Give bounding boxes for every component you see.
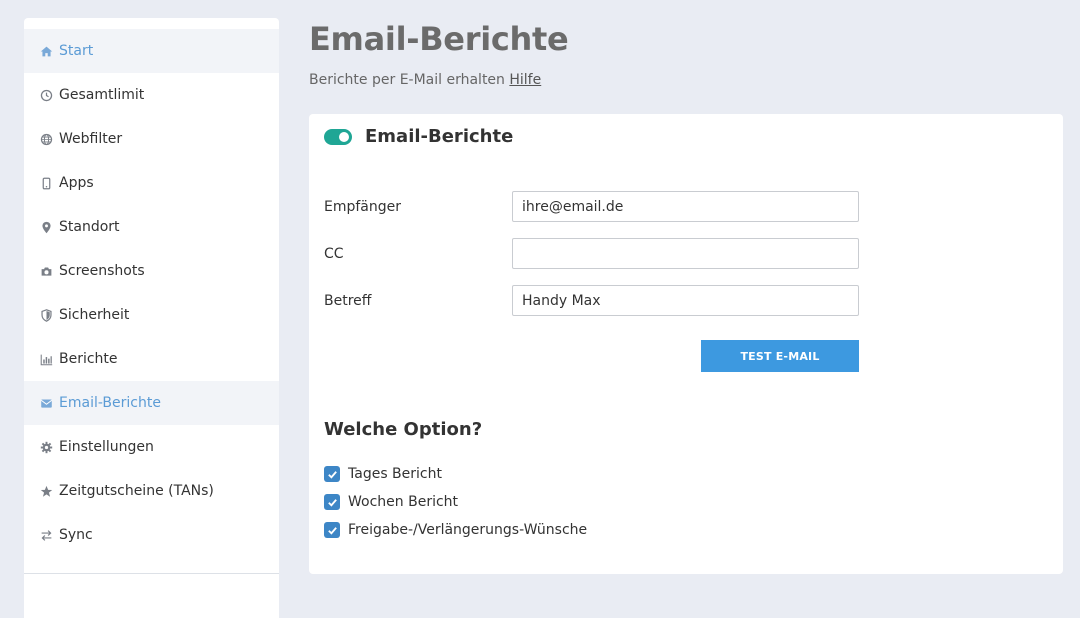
release-requests-label: Freigabe-/Verlängerungs-Wünsche (348, 522, 588, 538)
daily-report-label: Tages Bericht (348, 466, 442, 482)
sidebar: Start Gesamtlimit Webfilter Apps Standor… (24, 18, 279, 618)
recipient-input[interactable] (512, 191, 859, 222)
weekly-report-checkbox[interactable] (324, 494, 340, 510)
sidebar-item-label: Einstellungen (59, 439, 154, 455)
page-title: Email-Berichte (309, 20, 569, 58)
sidebar-item-einstellungen[interactable]: Einstellungen (24, 425, 279, 469)
sidebar-item-standort[interactable]: Standort (24, 205, 279, 249)
star-icon (39, 484, 53, 498)
recipient-row: Empfänger (324, 191, 859, 222)
option-release-requests: Freigabe-/Verlängerungs-Wünsche (324, 522, 587, 538)
sidebar-item-screenshots[interactable]: Screenshots (24, 249, 279, 293)
cc-input[interactable] (512, 238, 859, 269)
shield-icon (39, 308, 53, 322)
checkmark-icon (327, 526, 337, 535)
subject-input[interactable] (512, 285, 859, 316)
bar-chart-icon (39, 352, 53, 366)
sidebar-item-label: Gesamtlimit (59, 87, 145, 103)
sidebar-item-label: Sync (59, 527, 93, 543)
sidebar-item-label: Apps (59, 175, 94, 191)
subject-row: Betreff (324, 285, 859, 316)
sidebar-item-gesamtlimit[interactable]: Gesamtlimit (24, 73, 279, 117)
sidebar-nav: Start Gesamtlimit Webfilter Apps Standor… (24, 18, 279, 557)
weekly-report-label: Wochen Bericht (348, 494, 459, 510)
checkmark-icon (327, 470, 337, 479)
recipient-label: Empfänger (324, 198, 402, 215)
sidebar-item-sicherheit[interactable]: Sicherheit (24, 293, 279, 337)
card-header: Email-Berichte (324, 126, 513, 147)
clock-icon (39, 88, 53, 102)
test-email-button[interactable]: TEST E-MAIL (701, 340, 859, 372)
release-requests-checkbox[interactable] (324, 522, 340, 538)
checkmark-icon (327, 498, 337, 507)
sidebar-item-label: Standort (59, 219, 120, 235)
sidebar-item-label: Zeitgutscheine (TANs) (59, 483, 214, 499)
sidebar-item-email-berichte[interactable]: Email-Berichte (24, 381, 279, 425)
page-subtitle: Berichte per E-Mail erhalten Hilfe (309, 70, 1063, 90)
sidebar-divider (24, 573, 279, 574)
gear-icon (39, 440, 53, 454)
sidebar-item-start[interactable]: Start (24, 29, 279, 73)
sidebar-item-label: Email-Berichte (59, 395, 161, 411)
option-daily-report: Tages Bericht (324, 466, 442, 482)
sidebar-item-webfilter[interactable]: Webfilter (24, 117, 279, 161)
globe-icon (39, 132, 53, 146)
email-reports-toggle[interactable] (324, 128, 352, 145)
sidebar-item-zeitgutscheine[interactable]: Zeitgutscheine (TANs) (24, 469, 279, 513)
card-title: Email-Berichte (365, 126, 514, 147)
sidebar-item-berichte[interactable]: Berichte (24, 337, 279, 381)
phone-icon (39, 176, 53, 190)
subtitle-text: Berichte per E-Mail erhalten (309, 72, 505, 88)
subject-label: Betreff (324, 292, 372, 309)
sidebar-item-apps[interactable]: Apps (24, 161, 279, 205)
cc-label: CC (324, 245, 344, 262)
cc-row: CC (324, 238, 859, 269)
options-title: Welche Option? (324, 419, 483, 440)
main-content: Email-Berichte Berichte per E-Mail erhal… (309, 0, 1063, 574)
sidebar-item-label: Screenshots (59, 263, 145, 279)
sidebar-item-label: Start (59, 43, 94, 59)
option-weekly-report: Wochen Bericht (324, 494, 458, 510)
sidebar-item-label: Sicherheit (59, 307, 130, 323)
camera-icon (39, 264, 53, 278)
map-pin-icon (39, 220, 53, 234)
envelope-icon (39, 396, 53, 410)
help-link[interactable]: Hilfe (509, 72, 541, 88)
sidebar-item-label: Berichte (59, 351, 118, 367)
daily-report-checkbox[interactable] (324, 466, 340, 482)
sidebar-item-label: Webfilter (59, 131, 123, 147)
home-icon (39, 44, 53, 58)
sync-arrows-icon (39, 528, 53, 542)
email-reports-card: Email-Berichte Empfänger CC Betreff TEST… (309, 114, 1063, 574)
sidebar-item-sync[interactable]: Sync (24, 513, 279, 557)
